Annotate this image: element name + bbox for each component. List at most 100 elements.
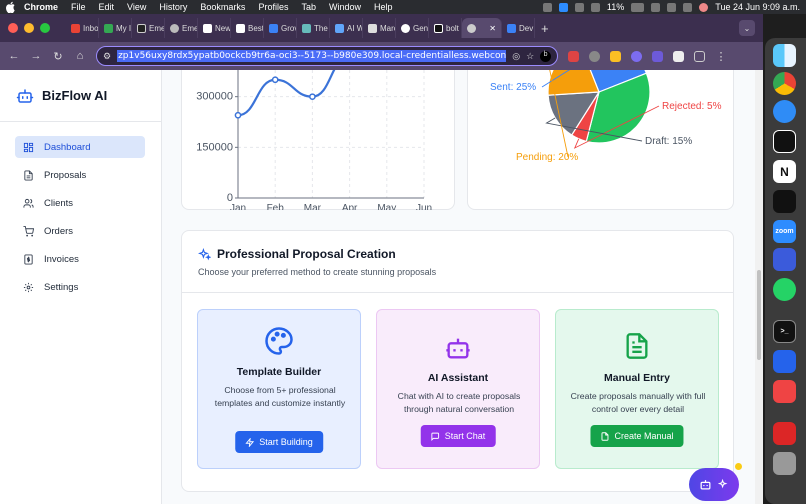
chrome-icon[interactable]	[773, 72, 796, 95]
extension-icon[interactable]	[652, 50, 663, 62]
option-description: Create proposals manually with full cont…	[570, 391, 706, 414]
browser-tab[interactable]: Inbo	[66, 18, 99, 38]
url-text[interactable]: zp1v56uxy8rdx5ypatb0ockcb9tr6a-oci3--517…	[117, 50, 507, 62]
notion-icon[interactable]	[673, 50, 684, 62]
data-point	[271, 76, 279, 84]
extension-icon[interactable]	[610, 50, 621, 62]
start-chat-button[interactable]: Start Chat	[420, 425, 496, 447]
sidebar-item-dashboard[interactable]: Dashboard	[15, 136, 145, 158]
search-icon[interactable]	[667, 2, 677, 12]
revenue-chart-card: 0 150000 300000 Jan Feb Mar Apr May Jun	[181, 70, 455, 214]
tray-app-icon[interactable]	[542, 2, 552, 12]
menu-window[interactable]: Window	[329, 2, 361, 12]
ai-app-icon[interactable]	[773, 248, 796, 271]
tray-zoom-icon[interactable]	[558, 2, 568, 12]
apple-icon[interactable]	[6, 1, 16, 13]
browser-menu-icon[interactable]: ⋮	[715, 50, 727, 63]
browser-tab-active[interactable]: ✕	[462, 18, 502, 38]
menu-app-name[interactable]: Chrome	[24, 2, 58, 12]
browser-tab[interactable]: Marc	[363, 18, 396, 38]
tray-media-icon[interactable]	[590, 2, 600, 12]
dashboard-icon	[23, 142, 34, 152]
new-tab-button[interactable]: +	[541, 21, 549, 36]
menubar-tray: 11% Tue 24 Jun 9:09 a.m.	[542, 2, 800, 12]
browser-tab[interactable]: Dev	[502, 18, 535, 38]
forward-icon[interactable]: →	[30, 50, 42, 62]
menu-view[interactable]: View	[127, 2, 146, 12]
sidebar-item-invoices[interactable]: Invoices	[15, 248, 145, 270]
site-settings-icon[interactable]: ⚙	[103, 51, 111, 62]
browser-tab[interactable]: The	[297, 18, 330, 38]
safari-icon[interactable]	[773, 100, 796, 123]
reload-icon[interactable]: ↻	[52, 50, 64, 63]
back-icon[interactable]: ←	[8, 50, 20, 62]
menu-edit[interactable]: Edit	[99, 2, 115, 12]
page-scrollbar[interactable]	[755, 70, 763, 504]
perplexity-icon[interactable]	[773, 190, 796, 213]
browser-tab[interactable]: Eme	[132, 18, 165, 38]
bookmark-star-icon[interactable]: ☆	[526, 51, 534, 62]
menu-help[interactable]: Help	[374, 2, 393, 12]
home-icon[interactable]: ⌂	[74, 50, 86, 62]
browser-tab[interactable]: Best	[231, 18, 264, 38]
x-tick-label: May	[377, 203, 396, 210]
menu-bookmarks[interactable]: Bookmarks	[200, 2, 245, 12]
whatsapp-icon[interactable]	[773, 278, 796, 301]
sidebar-item-settings[interactable]: Settings	[15, 276, 145, 298]
ai-assistant-option[interactable]: AI Assistant Chat with AI to create prop…	[376, 309, 540, 469]
menu-file[interactable]: File	[71, 2, 86, 12]
acrobat-icon[interactable]	[773, 422, 796, 445]
sidebar-item-clients[interactable]: Clients	[15, 192, 145, 214]
scrollbar-thumb[interactable]	[757, 270, 761, 360]
control-center-icon[interactable]	[683, 2, 693, 12]
tab-search-button[interactable]: ⌄	[739, 20, 755, 36]
template-builder-option[interactable]: Template Builder Choose from 5+ professi…	[197, 309, 361, 469]
chatgpt-icon[interactable]	[773, 130, 796, 153]
browser-tab[interactable]: My I	[99, 18, 132, 38]
notion-icon[interactable]: N	[773, 160, 796, 183]
browser-tab[interactable]: AI W	[330, 18, 363, 38]
menu-history[interactable]: History	[159, 2, 187, 12]
extension-icon[interactable]	[631, 50, 642, 62]
sidebar-item-label: Dashboard	[44, 141, 91, 153]
manual-entry-option[interactable]: Manual Entry Create proposals manually w…	[555, 309, 719, 469]
wifi-icon[interactable]	[651, 2, 661, 12]
zoom-icon[interactable]: zoom	[773, 220, 796, 243]
terminal-icon[interactable]: >_	[773, 320, 796, 343]
maximize-window-button[interactable]	[40, 23, 50, 33]
browser-tab[interactable]: bolt	[429, 18, 462, 38]
anydesk-icon[interactable]	[773, 380, 796, 403]
close-window-button[interactable]	[8, 23, 18, 33]
extension-icon[interactable]	[589, 50, 600, 62]
main-content: 0 150000 300000 Jan Feb Mar Apr May Jun Sent: 25…	[162, 70, 763, 504]
address-bar[interactable]: ⚙ zp1v56uxy8rdx5ypatb0ockcb9tr6a-oci3--5…	[96, 46, 558, 66]
browser-tab[interactable]: Gen	[396, 18, 429, 38]
battery-icon[interactable]	[631, 2, 645, 12]
create-manual-button[interactable]: Create Manual	[590, 425, 684, 447]
browser-tab[interactable]: Grov	[264, 18, 297, 38]
sidebar-item-orders[interactable]: Orders	[15, 220, 145, 242]
extension-icon[interactable]	[568, 50, 579, 62]
sidebar-item-proposals[interactable]: Proposals	[15, 164, 145, 186]
openai-icon	[401, 23, 410, 33]
user-icon[interactable]	[699, 2, 709, 12]
menu-tab[interactable]: Tab	[301, 2, 316, 12]
start-building-button[interactable]: Start Building	[235, 431, 323, 453]
bolt-ext-icon[interactable]: b	[540, 50, 551, 62]
finder-icon[interactable]	[773, 44, 796, 67]
close-tab-icon[interactable]: ✕	[489, 24, 496, 33]
x-tick-label: Feb	[267, 203, 285, 210]
site-icon	[368, 23, 377, 33]
browser-tab[interactable]: Eme	[165, 18, 198, 38]
sidebar-item-label: Proposals	[44, 169, 87, 181]
menu-profiles[interactable]: Profiles	[258, 2, 288, 12]
menubar-datetime[interactable]: Tue 24 Jun 9:09 a.m.	[715, 2, 800, 12]
minimize-window-button[interactable]	[24, 23, 34, 33]
ai-assistant-fab[interactable]	[689, 468, 739, 501]
trash-icon[interactable]	[773, 452, 796, 475]
lens-icon[interactable]: ◎	[512, 51, 520, 62]
extensions-puzzle-icon[interactable]	[694, 50, 705, 62]
app-icon[interactable]	[773, 350, 796, 373]
tray-clock-icon[interactable]	[574, 2, 584, 12]
browser-tab[interactable]: New	[198, 18, 231, 38]
